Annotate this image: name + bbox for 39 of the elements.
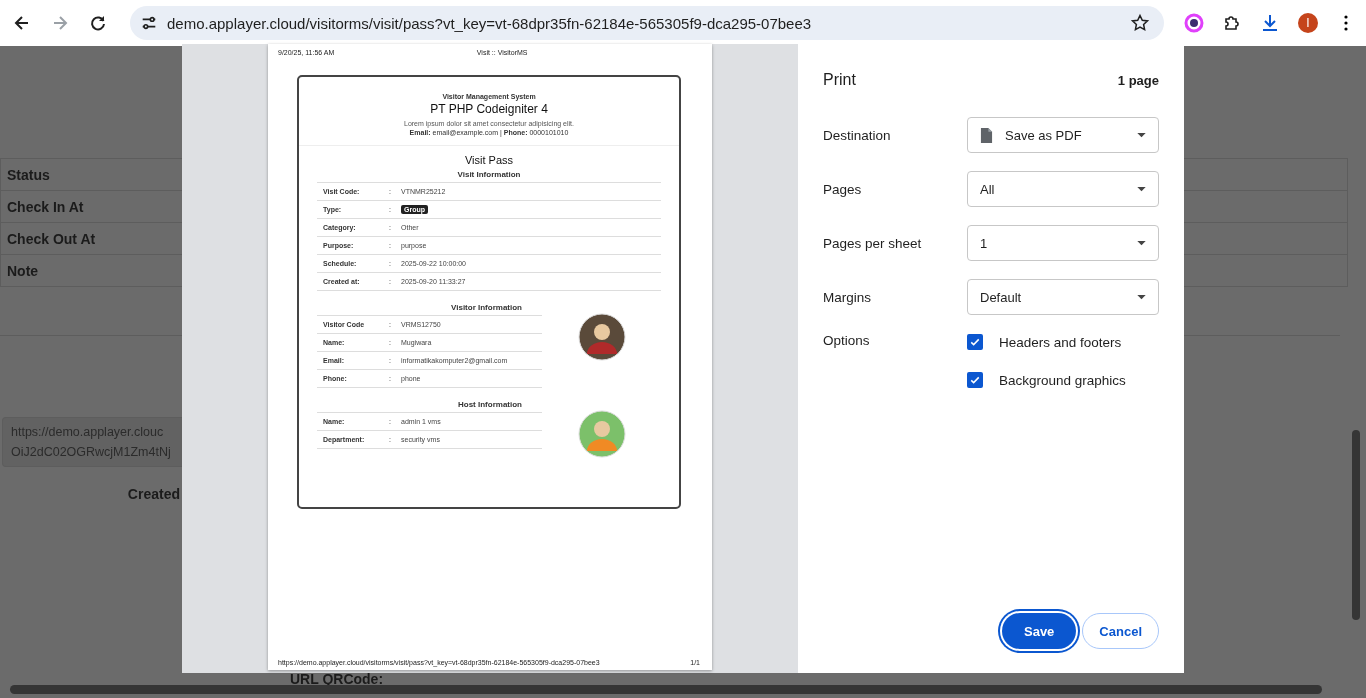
extension-icon[interactable] xyxy=(1184,13,1204,33)
option-label: Headers and footers xyxy=(999,334,1122,350)
checkmark-icon xyxy=(969,336,981,348)
vertical-scrollbar[interactable] xyxy=(1352,430,1360,620)
select-field[interactable]: Save as PDF xyxy=(967,117,1159,153)
created-label: Created xyxy=(127,486,180,502)
download-icon[interactable] xyxy=(1260,13,1280,33)
qrcode-label: URL QRCode: xyxy=(290,671,384,687)
cancel-button[interactable]: Cancel xyxy=(1082,613,1159,649)
checkbox[interactable] xyxy=(967,372,983,388)
address-bar[interactable]: demo.applayer.cloud/visitorms/visit/pass?vt_key=vt-68dpr35fn-62184e-565305f9-dca295-07bee3 xyxy=(130,6,1164,40)
file-icon xyxy=(980,126,993,144)
setting-label: Margins xyxy=(823,289,872,305)
caret-icon xyxy=(1137,294,1146,300)
dialog-title: Print xyxy=(823,71,856,89)
checkbox[interactable] xyxy=(967,334,983,350)
section-heading: Visitor Information xyxy=(451,302,522,314)
page-count: 1 page xyxy=(1117,72,1159,88)
section-heading: Host Information xyxy=(458,399,522,411)
setting-label: Pages per sheet xyxy=(823,235,923,251)
profile-avatar[interactable]: I xyxy=(1298,13,1318,33)
caret-icon xyxy=(1137,132,1146,138)
company-name: PT PHP Codeigniter 4 xyxy=(430,102,548,116)
section-heading: Visit Information xyxy=(457,169,521,181)
star-icon[interactable] xyxy=(1130,13,1150,33)
reload-icon[interactable] xyxy=(88,13,108,33)
option-label: Background graphics xyxy=(999,372,1126,388)
site-settings-icon xyxy=(140,14,158,32)
select-field[interactable]: Default xyxy=(967,279,1159,315)
puzzle-icon[interactable] xyxy=(1222,13,1242,33)
url-text: demo.applayer.cloud/visitorms/visit/pass?vt_key=vt-68dpr35fn-62184e-565305f9-dca295-07bee3 xyxy=(167,14,813,32)
setting-label: Options xyxy=(823,333,871,348)
select-field[interactable]: All xyxy=(967,171,1159,207)
horizontal-scrollbar[interactable] xyxy=(10,685,1322,694)
checkmark-icon xyxy=(969,374,981,386)
setting-label: Destination xyxy=(823,127,892,143)
select-field[interactable]: 1 xyxy=(967,225,1159,261)
caret-icon xyxy=(1137,240,1146,246)
caret-icon xyxy=(1137,186,1146,192)
